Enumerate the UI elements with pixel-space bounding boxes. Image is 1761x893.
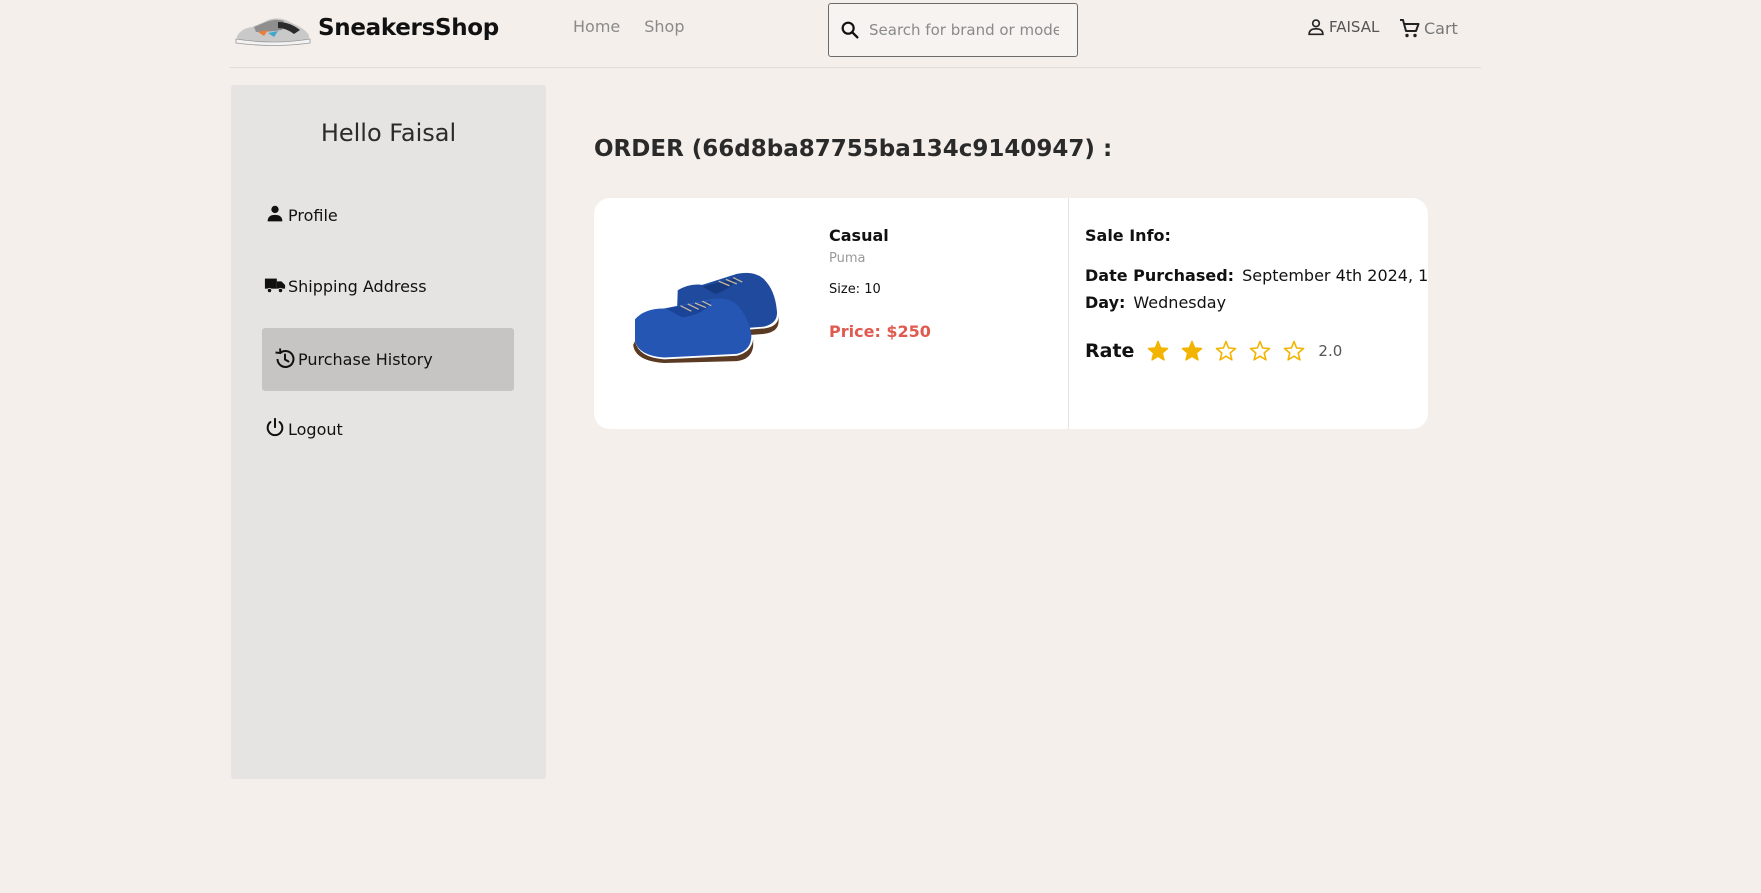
sidebar-item-profile[interactable]: Profile <box>262 184 514 247</box>
sidebar-item-shipping-address[interactable]: Shipping Address <box>262 255 514 318</box>
nav-home-link[interactable]: Home <box>573 17 620 36</box>
card-divider <box>1068 198 1069 429</box>
product-brand: Puma <box>829 251 866 266</box>
sidebar-item-logout[interactable]: Logout <box>262 398 514 461</box>
greeting-text: Hello Faisal <box>320 119 457 147</box>
cart-link[interactable]: Cart <box>1398 16 1458 40</box>
product-name: Casual <box>829 226 889 245</box>
star-rating[interactable] <box>1146 338 1316 364</box>
date-purchased-value: September 4th 2024, 12:52 pm <box>1242 266 1428 285</box>
truck-icon <box>262 274 288 300</box>
date-purchased-label: Date Purchased: <box>1085 266 1235 285</box>
sneaker-logo-icon <box>235 18 311 46</box>
day-row: Day: Wednesday <box>1085 293 1226 312</box>
date-purchased-row: Date Purchased: September 4th 2024, 12:52… <box>1085 266 1428 285</box>
nav-shop-link[interactable]: Shop <box>644 17 684 36</box>
product-image <box>633 272 779 363</box>
star-outline-icon[interactable] <box>1214 338 1248 364</box>
sale-info-heading: Sale Info: <box>1085 226 1171 245</box>
sidebar-item-label: Profile <box>288 206 338 225</box>
cart-icon <box>1400 19 1420 38</box>
brand-name: SneakersShop <box>318 15 499 41</box>
product-size: Size: 10 <box>829 282 881 297</box>
order-title: ORDER (66d8ba87755ba134c9140947) : <box>594 136 1113 162</box>
rating-value: 2.0 <box>1318 342 1343 360</box>
account-sidebar: Hello Faisal Profile Shipping Address Pu… <box>231 85 546 779</box>
person-icon <box>262 203 288 229</box>
rate-label: Rate <box>1085 340 1135 362</box>
product-price: Price: $250 <box>829 322 931 341</box>
rating-row: Rate 2.0 <box>1085 338 1342 364</box>
sidebar-item-purchase-history[interactable]: Purchase History <box>262 328 514 391</box>
search-input[interactable] <box>869 21 1059 39</box>
brand-logo-link[interactable]: SneakersShop <box>234 8 499 48</box>
order-card: Casual Puma Size: 10 Price: $250 Sale In… <box>594 198 1428 429</box>
day-value: Wednesday <box>1133 293 1227 312</box>
star-filled-icon[interactable] <box>1146 338 1180 364</box>
account-link[interactable]: FAISAL <box>1305 16 1379 38</box>
account-username: FAISAL <box>1329 18 1380 36</box>
search-icon <box>841 21 859 39</box>
main-nav: Home Shop <box>573 17 709 36</box>
top-header: SneakersShop Home Shop FAISAL Cart <box>230 0 1481 68</box>
sidebar-item-label: Logout <box>288 420 343 439</box>
star-outline-icon[interactable] <box>1282 338 1316 364</box>
power-icon <box>262 417 288 443</box>
sidebar-item-label: Purchase History <box>298 350 433 369</box>
cart-label: Cart <box>1424 18 1458 38</box>
star-outline-icon[interactable] <box>1248 338 1282 364</box>
person-outline-icon <box>1308 19 1324 36</box>
star-filled-icon[interactable] <box>1180 338 1214 364</box>
history-icon <box>272 347 298 373</box>
sidebar-item-label: Shipping Address <box>288 277 427 296</box>
search-box[interactable] <box>828 3 1078 57</box>
day-label: Day: <box>1085 293 1126 312</box>
